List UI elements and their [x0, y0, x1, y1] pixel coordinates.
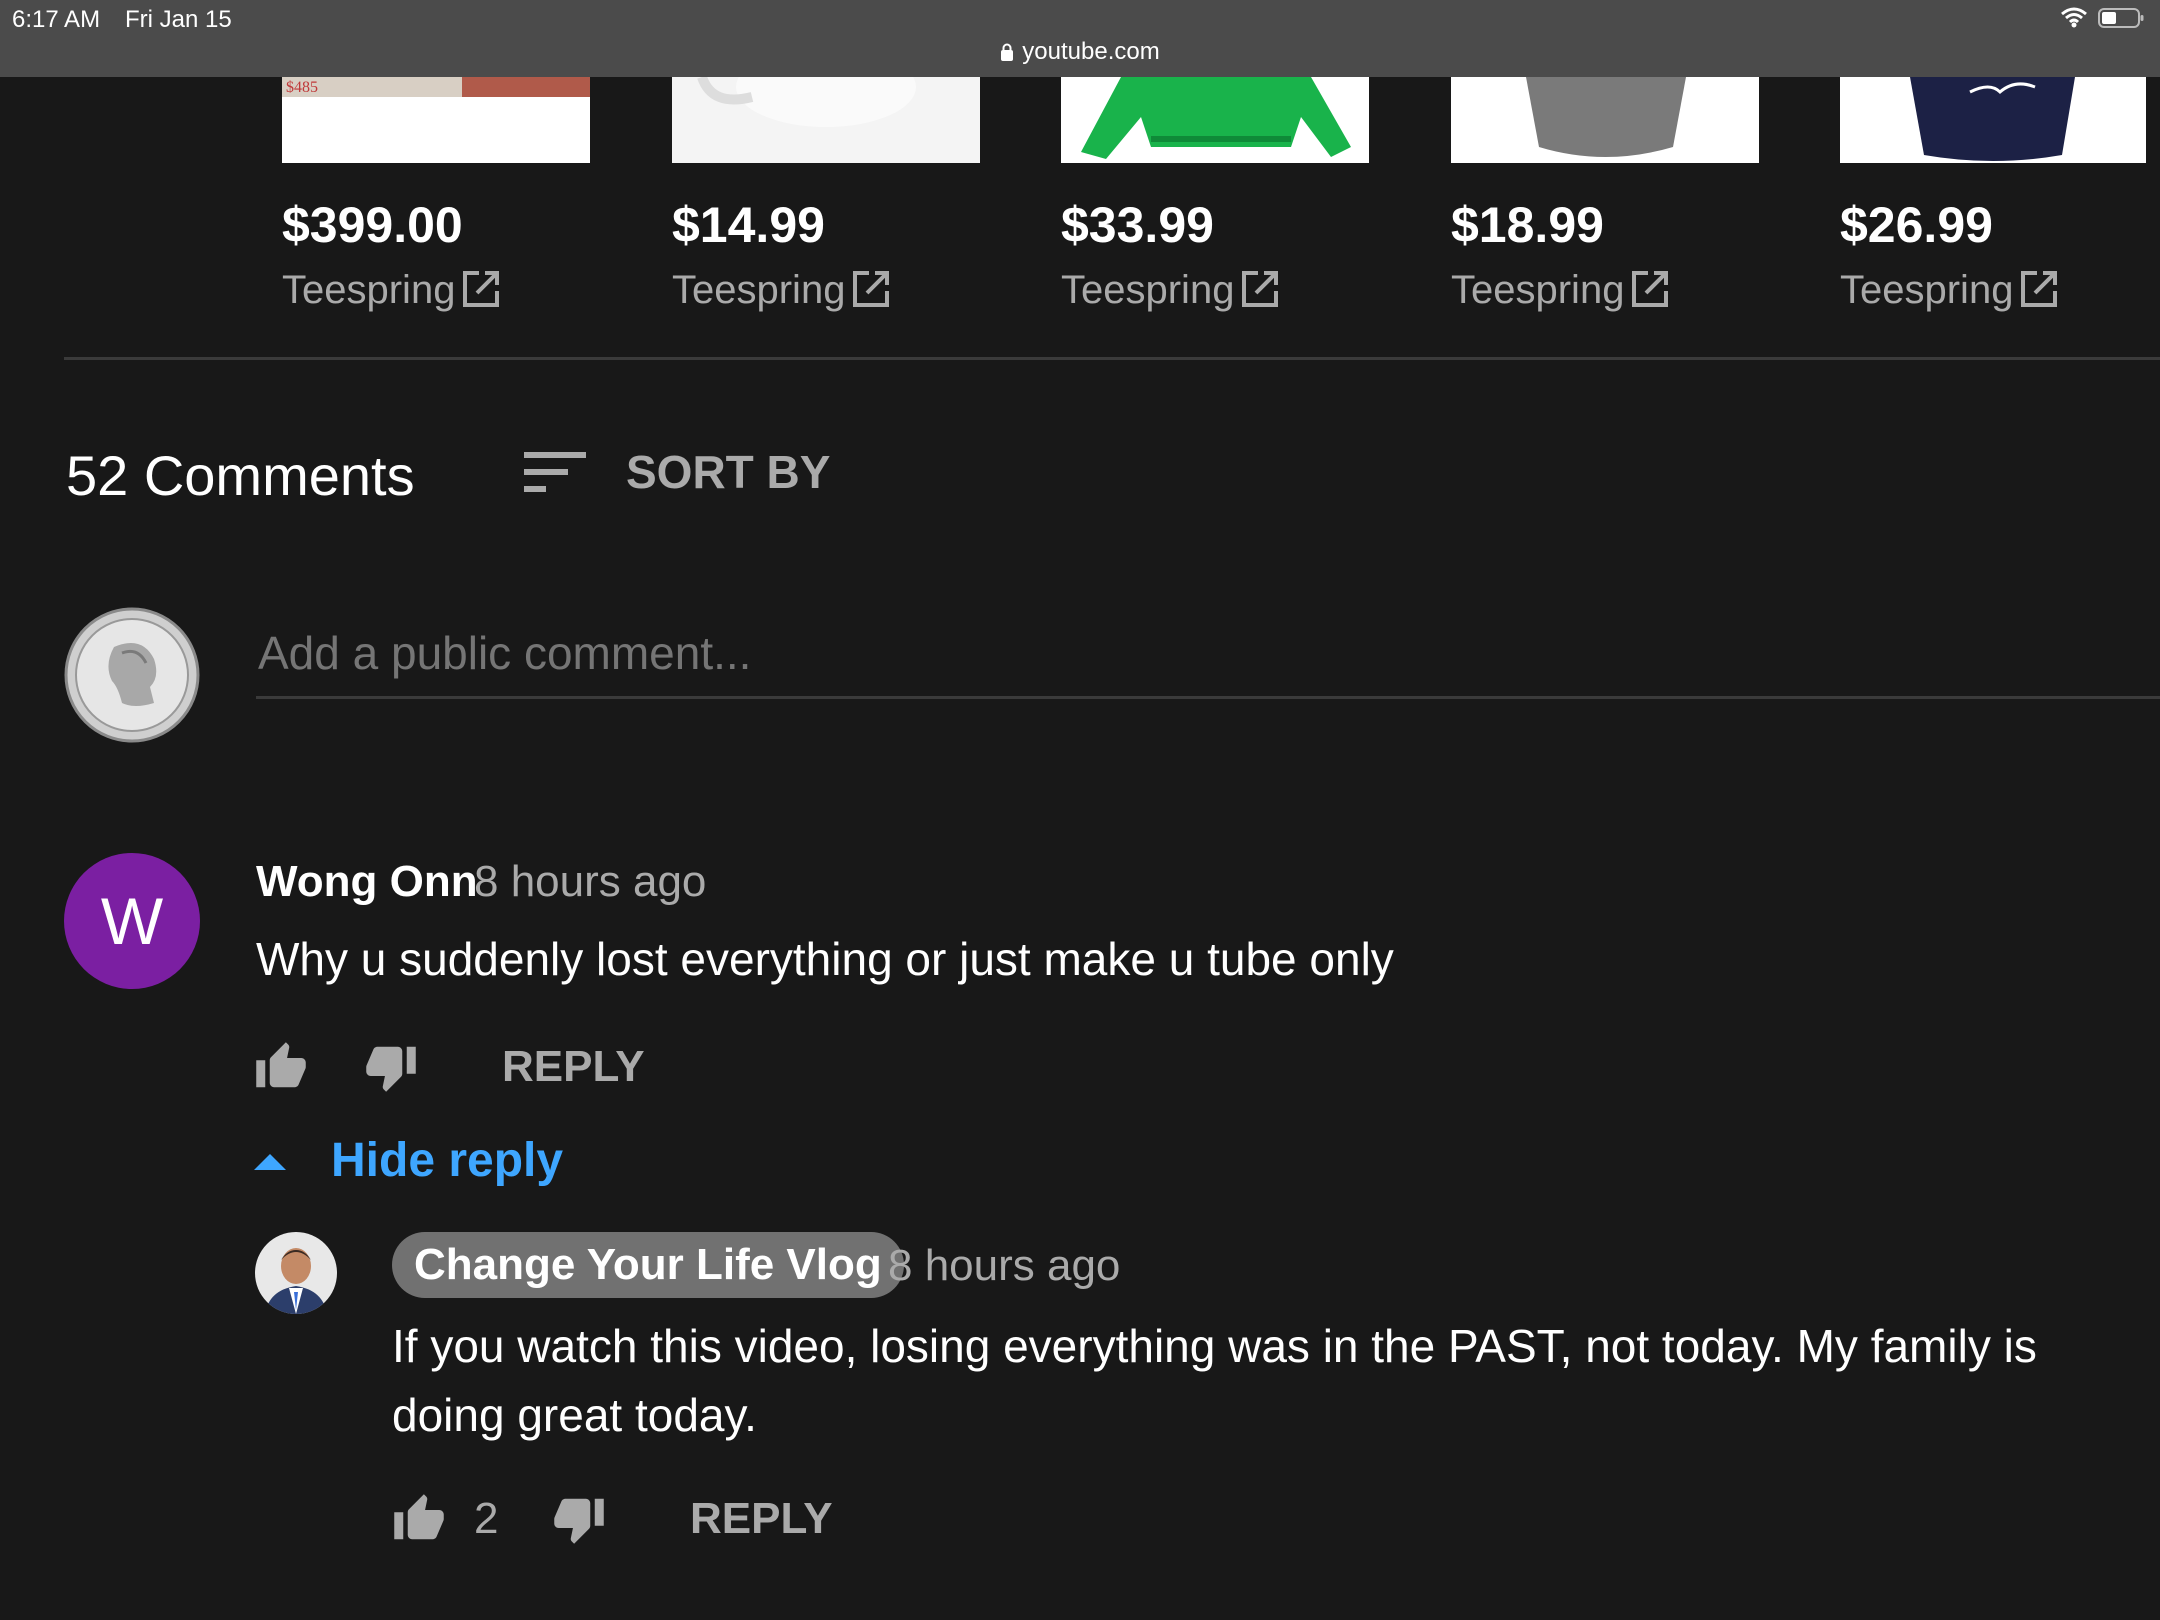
thumbs-down-icon[interactable]	[552, 1492, 606, 1546]
external-link-icon	[2021, 271, 2058, 307]
product-thumb-text: $485	[286, 79, 318, 96]
chevron-up-icon[interactable]	[254, 1150, 286, 1172]
section-divider	[64, 357, 2160, 360]
avatar[interactable]: W	[64, 853, 200, 989]
comment-author[interactable]: Wong Onn	[256, 857, 478, 907]
hide-reply-button[interactable]: Hide reply	[331, 1133, 563, 1188]
reply-button[interactable]: REPLY	[690, 1494, 833, 1544]
like-count: 2	[474, 1494, 499, 1543]
merchant-name: Teespring	[1061, 268, 1235, 312]
product-price[interactable]: $26.99	[1840, 196, 1993, 254]
avatar[interactable]	[255, 1232, 337, 1314]
thumbs-up-icon[interactable]	[254, 1040, 308, 1094]
merchant-link[interactable]: Teespring	[1451, 268, 1670, 313]
comments-count: 52 Comments	[66, 444, 415, 507]
status-bar: 6:17 AM Fri Jan 15 youtube.com	[0, 0, 2160, 77]
battery-icon	[2098, 8, 2144, 28]
merchant-name: Teespring	[672, 268, 846, 312]
product-thumbnail[interactable]	[672, 77, 980, 163]
user-avatar	[64, 607, 200, 743]
comment-time[interactable]: 8 hours ago	[474, 857, 706, 907]
address-bar[interactable]: youtube.com	[0, 38, 2160, 66]
sort-by-button[interactable]: SORT BY	[626, 445, 830, 499]
product-thumbnail[interactable]: $485	[282, 77, 590, 163]
status-date: Fri Jan 15	[125, 6, 232, 33]
merchant-name: Teespring	[1840, 268, 2014, 312]
status-time: 6:17 AM	[12, 6, 101, 33]
thumbs-down-icon[interactable]	[364, 1040, 418, 1094]
url-text: youtube.com	[1022, 38, 1160, 65]
product-thumbnail[interactable]	[1061, 77, 1369, 163]
comment-time[interactable]: 8 hours ago	[888, 1241, 1120, 1291]
lock-icon	[1001, 43, 1014, 61]
merchant-link[interactable]: Teespring	[1061, 268, 1280, 313]
sort-icon[interactable]	[524, 452, 588, 494]
merchant-link[interactable]: Teespring	[282, 268, 501, 313]
product-price[interactable]: $399.00	[282, 196, 463, 254]
comment-input[interactable]	[256, 610, 2160, 699]
merchant-name: Teespring	[1451, 268, 1625, 312]
thumbs-up-icon[interactable]	[392, 1492, 446, 1546]
product-thumbnail[interactable]	[1451, 77, 1759, 163]
merchant-link[interactable]: Teespring	[1840, 268, 2059, 313]
merchant-name: Teespring	[282, 268, 456, 312]
external-link-icon	[853, 271, 890, 307]
product-thumbnail[interactable]	[1840, 77, 2146, 163]
product-price[interactable]: $18.99	[1451, 196, 1604, 254]
external-link-icon	[1632, 271, 1669, 307]
reply-button[interactable]: REPLY	[502, 1042, 645, 1092]
channel-owner-badge[interactable]: Change Your Life Vlog	[392, 1232, 904, 1298]
comment-text: If you watch this video, losing everythi…	[392, 1320, 2037, 1441]
external-link-icon	[1242, 271, 1279, 307]
wifi-icon	[2061, 7, 2087, 28]
merchant-link[interactable]: Teespring	[672, 268, 891, 313]
comment-text: Why u suddenly lost everything or just m…	[256, 933, 1394, 985]
product-price[interactable]: $14.99	[672, 196, 825, 254]
external-link-icon	[463, 271, 500, 307]
product-price[interactable]: $33.99	[1061, 196, 1214, 254]
